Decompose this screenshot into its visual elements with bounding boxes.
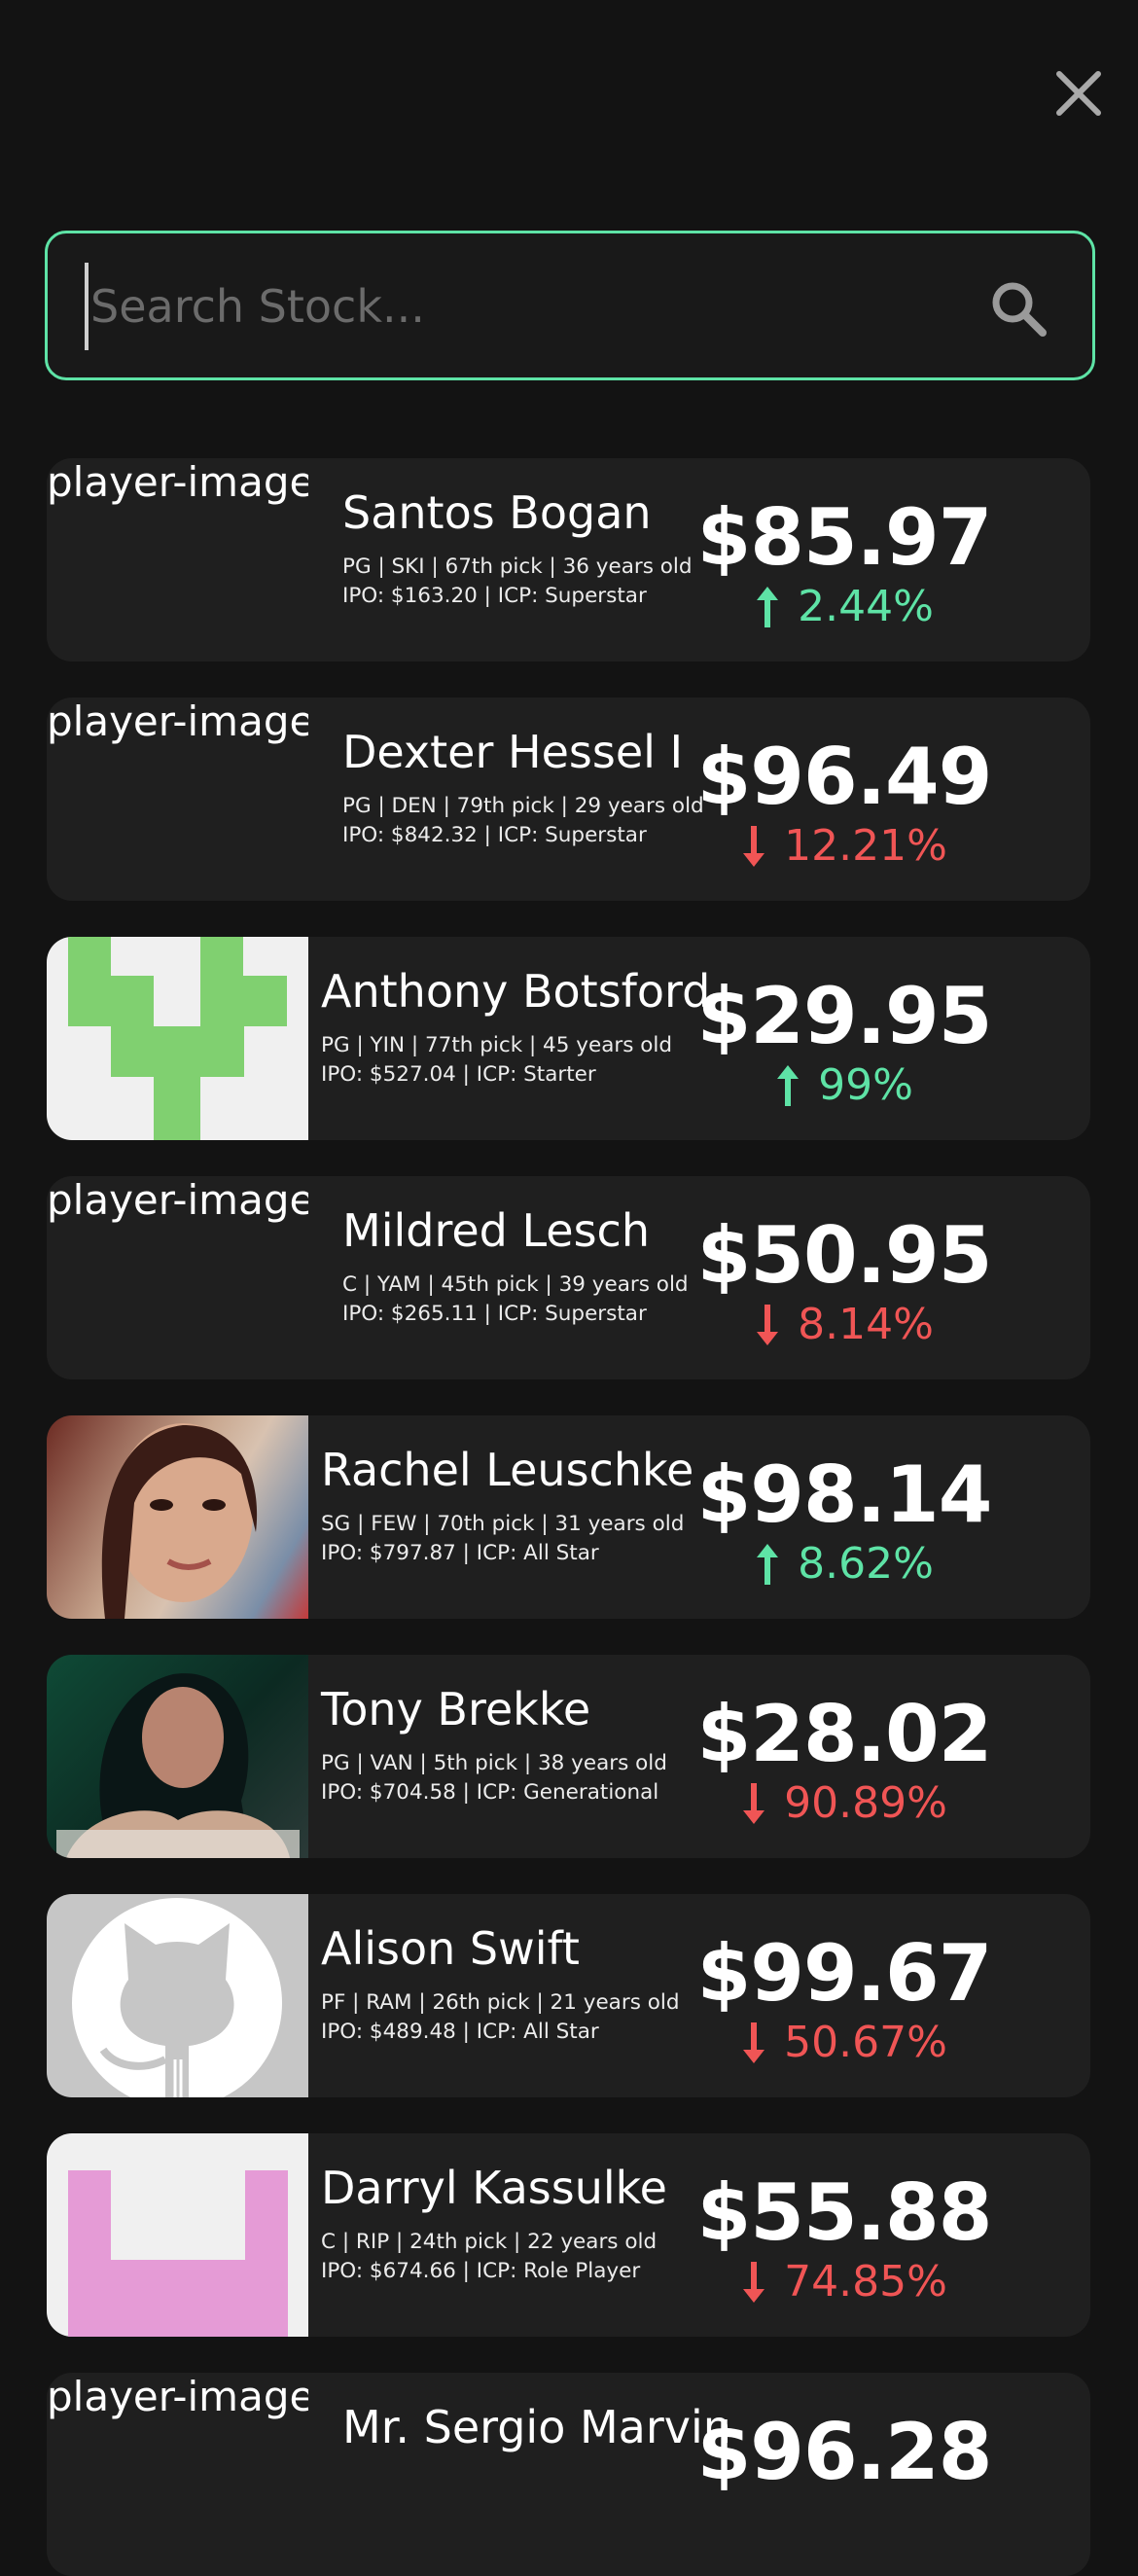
price-block: $98.14 8.62% — [650, 1456, 1039, 1587]
price-change: 8.14% — [650, 1303, 1039, 1347]
player-name: Darryl Kassulke — [321, 2162, 667, 2214]
arrow-down-icon — [743, 826, 765, 867]
stock-price: $28.02 — [696, 1689, 993, 1779]
price-block: $50.95 8.14% — [650, 1217, 1039, 1347]
green-identicon — [47, 937, 308, 1140]
arrow-down-icon — [757, 1305, 779, 1345]
player-ipo: IPO: $797.87 | ICP: All Star — [321, 1540, 599, 1565]
stock-price: $99.67 — [696, 1928, 993, 2019]
stock-card[interactable]: player-image Mildred Lesch C | YAM | 45t… — [47, 1176, 1090, 1379]
player-name: Rachel Leuschke — [321, 1444, 694, 1496]
arrow-down-icon — [743, 2262, 765, 2303]
arrow-up-icon — [777, 1065, 800, 1106]
image-alt-text: player-image — [47, 2373, 308, 2420]
octocat-avatar — [47, 1894, 308, 2097]
player-name: Alison Swift — [321, 1922, 580, 1975]
player-name: Santos Bogan — [342, 486, 652, 539]
portrait-photo — [47, 1655, 308, 1858]
stock-card[interactable]: player-image Mr. Sergio Marvin $96.28 — [47, 2373, 1090, 2576]
player-ipo: IPO: $489.48 | ICP: All Star — [321, 2019, 599, 2044]
price-change: 74.85% — [650, 2260, 1039, 2305]
price-change: 8.62% — [650, 1542, 1039, 1587]
change-percent: 8.14% — [798, 1300, 934, 1349]
stock-price: $96.49 — [696, 732, 993, 822]
arrow-up-icon — [757, 1544, 779, 1585]
stock-card[interactable]: Anthony Botsford PG | YIN | 77th pick | … — [47, 937, 1090, 1140]
search-input[interactable] — [85, 263, 948, 350]
stock-price: $55.88 — [696, 2167, 993, 2258]
close-icon[interactable] — [1051, 66, 1106, 121]
change-percent: 99% — [818, 1060, 913, 1110]
stock-card[interactable]: Rachel Leuschke SG | FEW | 70th pick | 3… — [47, 1415, 1090, 1619]
player-image: player-image — [47, 458, 308, 662]
price-block: $96.49 12.21% — [650, 738, 1039, 869]
image-alt-text: player-image — [47, 698, 308, 745]
stock-price: $50.95 — [696, 1210, 993, 1301]
price-change: 2.44% — [650, 585, 1039, 629]
stock-card[interactable]: Alison Swift PF | RAM | 26th pick | 21 y… — [47, 1894, 1090, 2097]
stock-card[interactable]: player-image Santos Bogan PG | SKI | 67t… — [47, 458, 1090, 662]
stock-price: $98.14 — [696, 1449, 993, 1540]
pink-identicon — [47, 2133, 308, 2337]
change-percent: 8.62% — [798, 1539, 934, 1589]
player-details: PF | RAM | 26th pick | 21 years old — [321, 1989, 680, 2015]
player-ipo: IPO: $704.58 | ICP: Generational — [321, 1779, 659, 1805]
player-ipo: IPO: $163.20 | ICP: Superstar — [342, 583, 647, 608]
change-percent: 90.89% — [784, 1778, 947, 1828]
search-icon[interactable] — [988, 278, 1050, 340]
stock-price: $96.28 — [696, 2407, 993, 2497]
player-name: Mildred Lesch — [342, 1204, 651, 1257]
stock-card[interactable]: Darryl Kassulke C | RIP | 24th pick | 22… — [47, 2133, 1090, 2337]
price-block: $85.97 2.44% — [650, 499, 1039, 629]
arrow-up-icon — [757, 587, 779, 627]
player-image: player-image — [47, 698, 308, 901]
stock-card[interactable]: player-image Dexter Hessel I PG | DEN | … — [47, 698, 1090, 901]
change-percent: 50.67% — [784, 2018, 947, 2067]
portrait-image — [56, 1673, 300, 1858]
price-block: $29.95 99% — [650, 978, 1039, 1108]
stock-price: $29.95 — [696, 971, 993, 1061]
arrow-down-icon — [743, 2022, 765, 2063]
portrait-image — [101, 1423, 258, 1619]
player-details: C | YAM | 45th pick | 39 years old — [342, 1271, 689, 1297]
price-change: 99% — [650, 1063, 1039, 1108]
change-percent: 12.21% — [784, 821, 947, 871]
player-ipo: IPO: $674.66 | ICP: Role Player — [321, 2258, 641, 2283]
price-change: 12.21% — [650, 824, 1039, 869]
change-percent: 2.44% — [798, 582, 934, 631]
price-block: $28.02 90.89% — [650, 1696, 1039, 1826]
player-details: C | RIP | 24th pick | 22 years old — [321, 2229, 658, 2254]
player-details: SG | FEW | 70th pick | 31 years old — [321, 1511, 685, 1536]
stock-card[interactable]: Tony Brekke PG | VAN | 5th pick | 38 yea… — [47, 1655, 1090, 1858]
identicon-image — [68, 2170, 288, 2337]
player-name: Tony Brekke — [321, 1683, 591, 1735]
arrow-down-icon — [743, 1783, 765, 1824]
player-image: player-image — [47, 1176, 308, 1379]
stock-price: $85.97 — [696, 492, 993, 583]
identicon-image — [68, 937, 287, 1140]
player-details: PG | SKI | 67th pick | 36 years old — [342, 554, 693, 579]
octocat-icon — [72, 1898, 282, 2097]
price-block: $55.88 74.85% — [650, 2174, 1039, 2305]
image-alt-text: player-image — [47, 458, 308, 506]
player-image: player-image — [47, 2373, 308, 2576]
player-ipo: IPO: $265.11 | ICP: Superstar — [342, 1301, 647, 1326]
price-change: 90.89% — [650, 1781, 1039, 1826]
portrait-photo — [47, 1415, 308, 1619]
player-details: PG | VAN | 5th pick | 38 years old — [321, 1750, 667, 1775]
image-alt-text: player-image — [47, 1176, 308, 1224]
change-percent: 74.85% — [784, 2257, 947, 2307]
search-field[interactable] — [45, 231, 1095, 380]
price-change: 50.67% — [650, 2021, 1039, 2065]
price-block: $96.28 — [650, 2414, 1039, 2491]
price-block: $99.67 50.67% — [650, 1935, 1039, 2065]
